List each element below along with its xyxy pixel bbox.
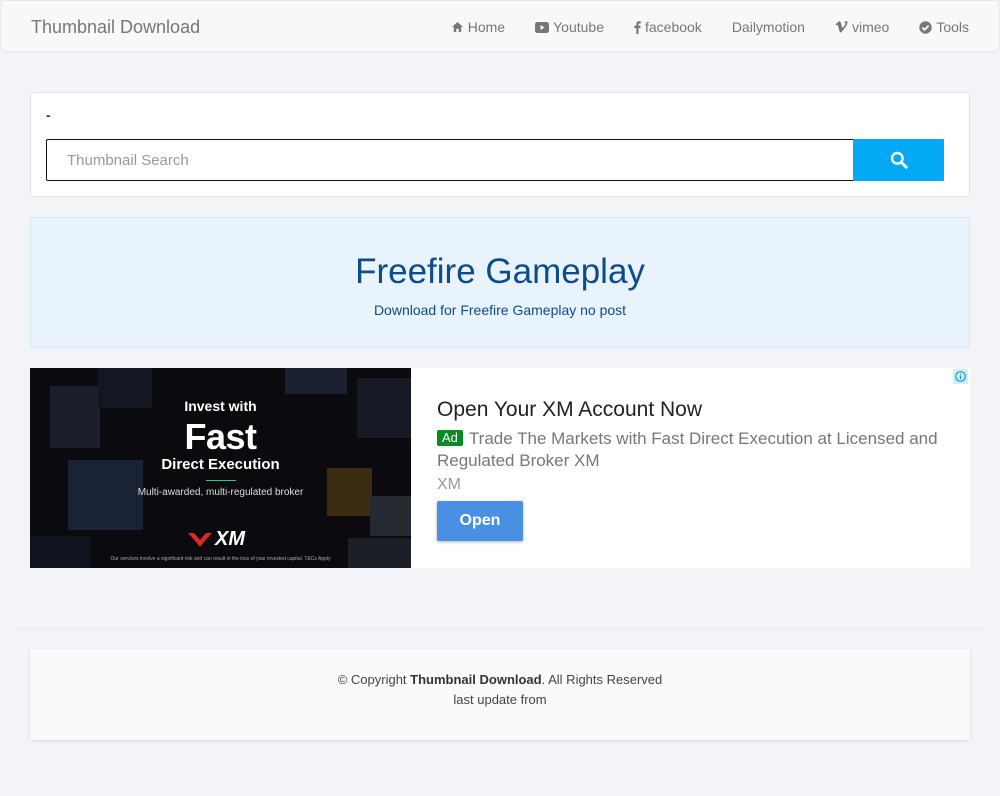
thumbnail-search-input[interactable]: [46, 139, 854, 181]
ad-image-disclaimer: Our services involve a significant risk …: [110, 556, 331, 562]
xm-logo-icon: [188, 532, 212, 547]
xm-logo: XM: [188, 528, 245, 551]
ad-image-line4: Multi-awarded, multi-regulated broker: [137, 487, 304, 498]
footer: © Copyright Thumbnail Download. All Righ…: [30, 649, 970, 740]
ad-image-line3: Direct Execution: [161, 456, 280, 473]
ad-headline[interactable]: Open Your XM Account Now: [437, 398, 702, 422]
ad-advertiser: XM: [437, 476, 461, 493]
info-icon: [955, 371, 966, 382]
nav-item-dailymotion[interactable]: Dailymotion: [732, 19, 805, 35]
brand-link[interactable]: Thumbnail Download: [31, 17, 200, 38]
home-icon: [451, 22, 463, 32]
nav-item-vimeo[interactable]: vimeo: [835, 19, 889, 35]
title-panel: Freefire Gameplay Download for Freefire …: [30, 217, 970, 348]
navbar: Thumbnail Download Home Youtube facebook…: [0, 0, 1000, 52]
ad-image-line1: Invest with: [184, 398, 257, 414]
nav-item-label: vimeo: [851, 19, 890, 35]
ad-description: Ad Trade The Markets with Fast Direct Exe…: [437, 428, 957, 472]
nav-item-facebook[interactable]: facebook: [634, 19, 702, 35]
nav-item-label: Dailymotion: [731, 19, 805, 35]
copyright-suffix: . All Rights Reserved: [541, 672, 663, 687]
divider: [15, 628, 985, 629]
check-circle-icon: [919, 20, 933, 34]
nav-item-youtube[interactable]: Youtube: [535, 19, 604, 35]
footer-last-update: last update from: [453, 692, 547, 707]
ad-image[interactable]: Invest with Fast Direct Execution Multi-…: [30, 368, 411, 568]
ad-banner[interactable]: Invest with Fast Direct Execution Multi-…: [30, 368, 970, 568]
page-title: Freefire Gameplay: [355, 252, 645, 291]
search-button[interactable]: [853, 139, 944, 181]
nav-menu: Home Youtube facebook Dailymotion vimeo …: [421, 1, 969, 53]
search-icon: [890, 151, 908, 169]
ad-open-button[interactable]: Open: [437, 501, 523, 541]
search-label: -: [46, 107, 51, 123]
ad-badge: Ad: [437, 430, 463, 446]
xm-logo-text: XM: [215, 528, 245, 550]
youtube-icon: [535, 21, 550, 33]
ad-description-text: Trade The Markets with Fast Direct Execu…: [437, 429, 938, 470]
vimeo-icon: [835, 21, 848, 33]
footer-site-name: Thumbnail Download: [410, 672, 542, 687]
nav-item-tools[interactable]: Tools: [919, 19, 969, 35]
nav-item-label: Tools: [936, 19, 969, 35]
page-subtitle: Download for Freefire Gameplay no post: [373, 302, 627, 318]
nav-item-label: facebook: [644, 19, 702, 35]
footer-copyright: © Copyright Thumbnail Download. All Righ…: [30, 672, 970, 687]
nav-item-home[interactable]: Home: [451, 19, 505, 35]
nav-item-label: Home: [467, 19, 506, 35]
search-panel: -: [30, 92, 970, 197]
nav-item-label: Youtube: [553, 19, 604, 35]
ad-info-button[interactable]: [953, 369, 968, 384]
facebook-icon: [634, 20, 641, 34]
copyright-prefix: © Copyright: [337, 672, 407, 687]
ad-image-line2: Fast: [184, 416, 257, 457]
